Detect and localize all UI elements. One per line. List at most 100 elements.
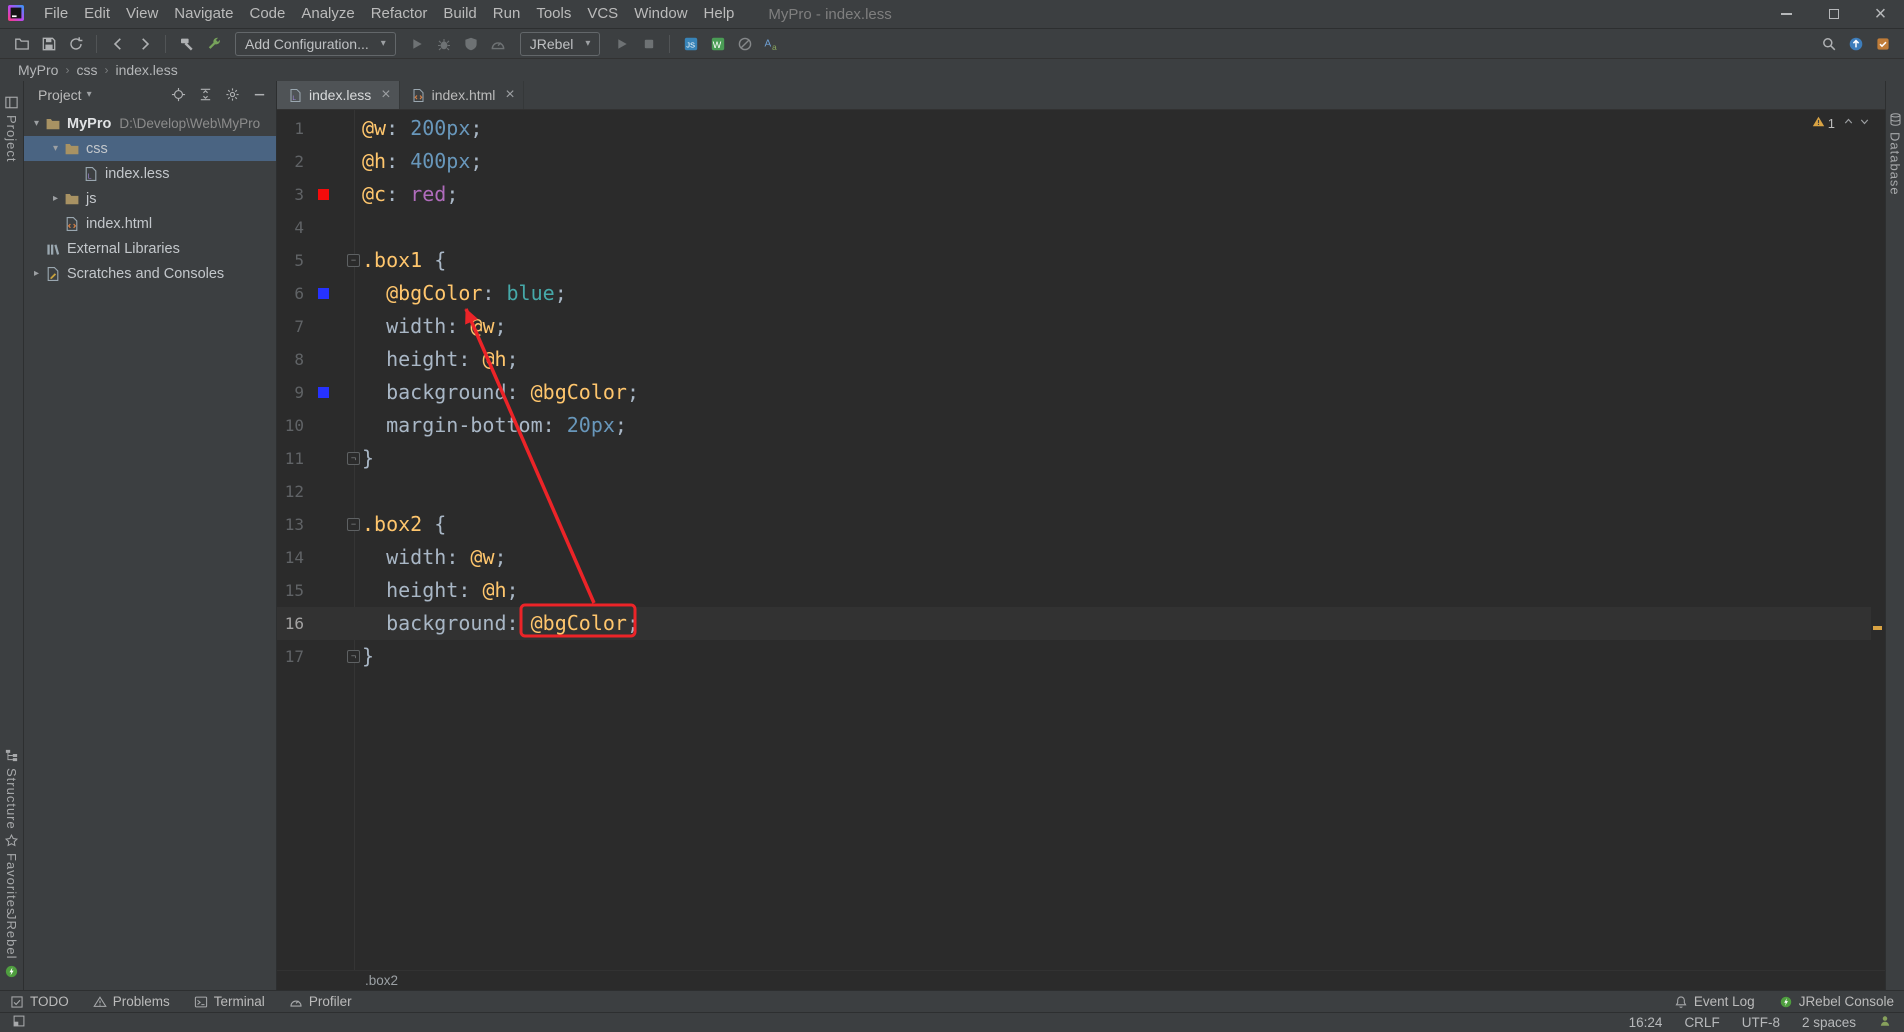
run-configuration-combo[interactable]: Add Configuration... ▾ (235, 31, 396, 56)
fold-marker[interactable]: − (347, 254, 360, 267)
menu-view[interactable]: View (118, 5, 166, 22)
close-icon[interactable]: × (505, 87, 514, 103)
caret-position[interactable]: 16:24 (1629, 1015, 1663, 1030)
jrebel-wrench-button[interactable] (200, 32, 227, 56)
code-line-17[interactable]: 17 ¬} (277, 640, 1871, 673)
plugin-update-button[interactable] (1869, 32, 1896, 56)
inspections-widget[interactable]: 1 (1812, 115, 1871, 131)
coverage-button[interactable] (458, 32, 485, 56)
translate-button[interactable]: Aa (758, 32, 785, 56)
tree-item-index.html[interactable]: index.html (24, 211, 276, 236)
color-swatch[interactable] (318, 189, 329, 200)
breadcrumb-css[interactable]: css (76, 62, 97, 78)
tree-item-index.less[interactable]: Lindex.less (24, 161, 276, 186)
run-jrebel-button[interactable] (608, 32, 635, 56)
close-button[interactable] (1857, 0, 1904, 28)
tree-item-mypro[interactable]: ▾ MyPro D:\Develop\Web\MyPro (24, 111, 276, 136)
close-icon[interactable]: × (381, 87, 390, 103)
fold-marker[interactable]: ¬ (347, 650, 360, 663)
fold-marker[interactable]: − (347, 518, 360, 531)
locate-button[interactable] (169, 86, 187, 104)
indent-style[interactable]: 2 spaces (1802, 1015, 1856, 1030)
forward-button[interactable] (131, 32, 158, 56)
tree-item-external-libraries[interactable]: External Libraries (24, 236, 276, 261)
tree-item-scratches-and-consoles[interactable]: ▸ Scratches and Consoles (24, 261, 276, 286)
build-hammer-button[interactable] (173, 32, 200, 56)
menu-vcs[interactable]: VCS (579, 5, 626, 22)
back-button[interactable] (104, 32, 131, 56)
toolbtn-event-log[interactable]: Event Log (1674, 994, 1755, 1009)
menu-help[interactable]: Help (696, 5, 743, 22)
menu-file[interactable]: File (36, 5, 76, 22)
open-button[interactable] (8, 32, 35, 56)
sync-button[interactable] (62, 32, 89, 56)
stripe-jrebel[interactable]: JRebel (0, 913, 23, 979)
minimize-button[interactable] (1763, 0, 1810, 28)
stripe-project[interactable]: Project (0, 95, 23, 162)
breadcrumb-index.less[interactable]: index.less (115, 62, 177, 78)
code-line-12[interactable]: 12 (277, 475, 1871, 508)
code-line-15[interactable]: 15 height: @h; (277, 574, 1871, 607)
next-problem-button[interactable] (1858, 115, 1871, 131)
menu-build[interactable]: Build (435, 5, 484, 22)
ide-update-button[interactable] (1842, 32, 1869, 56)
code-line-1[interactable]: 1 @w: 200px; (277, 112, 1871, 145)
menu-code[interactable]: Code (241, 5, 293, 22)
code-line-2[interactable]: 2 @h: 400px; (277, 145, 1871, 178)
jrebel-combo[interactable]: JRebel ▾ (519, 31, 601, 56)
code-line-4[interactable]: 4 (277, 211, 1871, 244)
code-line-13[interactable]: 13 − .box2 { (277, 508, 1871, 541)
menu-analyze[interactable]: Analyze (293, 5, 362, 22)
menu-run[interactable]: Run (485, 5, 529, 22)
menu-edit[interactable]: Edit (76, 5, 118, 22)
color-swatch[interactable] (318, 288, 329, 299)
search-everywhere-button[interactable] (1815, 32, 1842, 56)
tree-item-css[interactable]: ▾ css (24, 136, 276, 161)
code-line-5[interactable]: 5 − .box1 { (277, 244, 1871, 277)
highlighting-level-button[interactable] (1878, 1014, 1892, 1031)
menu-tools[interactable]: Tools (528, 5, 579, 22)
debug-button[interactable] (431, 32, 458, 56)
breadcrumb-mypro[interactable]: MyPro (18, 62, 58, 78)
chevron-down-icon[interactable]: ▾ (47, 143, 64, 154)
tab-index.html[interactable]: index.html × (400, 81, 524, 109)
code-line-9[interactable]: 9 background: @bgColor; (277, 376, 1871, 409)
chevron-down-icon[interactable]: ▾ (28, 118, 45, 129)
chevron-right-icon[interactable]: ▸ (28, 268, 45, 279)
maximize-button[interactable] (1810, 0, 1857, 28)
code-line-14[interactable]: 14 width: @w; (277, 541, 1871, 574)
project-panel-title[interactable]: Project (38, 87, 82, 103)
code-line-11[interactable]: 11 ¬} (277, 442, 1871, 475)
tree-item-js[interactable]: ▸ js (24, 186, 276, 211)
settings-button[interactable] (223, 86, 241, 104)
run-button[interactable] (404, 32, 431, 56)
fold-marker[interactable]: ¬ (347, 452, 360, 465)
stripe-database[interactable]: Database (1886, 112, 1904, 196)
toolwindow-toggle-button[interactable] (12, 1014, 26, 1031)
chevron-right-icon[interactable]: ▸ (47, 193, 64, 204)
toolbtn-jrebel-console[interactable]: JRebel Console (1779, 994, 1894, 1009)
save-button[interactable] (35, 32, 62, 56)
code-line-16[interactable]: 16 background: @bgColor; (277, 607, 1871, 640)
editor[interactable]: 1 @w: 200px; 2 @h: 400px; 3 @c: red; 4 5− .box1 … (277, 110, 1885, 970)
tab-index.less[interactable]: Lindex.less × (277, 81, 400, 109)
toolbtn-terminal[interactable]: Terminal (194, 994, 265, 1009)
collapse-all-button[interactable] (196, 86, 214, 104)
w3c-validate-button[interactable]: W (704, 32, 731, 56)
menu-window[interactable]: Window (626, 5, 695, 22)
toolbtn-profiler[interactable]: Profiler (289, 994, 352, 1009)
stop-button[interactable] (635, 32, 662, 56)
prev-problem-button[interactable] (1842, 115, 1855, 131)
chevron-down-icon[interactable] (87, 89, 92, 100)
no-entry-button[interactable] (731, 32, 758, 56)
code-line-10[interactable]: 10 margin-bottom: 20px; (277, 409, 1871, 442)
toolbtn-todo[interactable]: TODO (10, 994, 69, 1009)
line-separator[interactable]: CRLF (1684, 1015, 1719, 1030)
code-line-3[interactable]: 3 @c: red; (277, 178, 1871, 211)
js-debug-button[interactable]: JS (677, 32, 704, 56)
menu-navigate[interactable]: Navigate (166, 5, 241, 22)
menu-refactor[interactable]: Refactor (363, 5, 436, 22)
code-line-6[interactable]: 6 @bgColor: blue; (277, 277, 1871, 310)
code-line-8[interactable]: 8 height: @h; (277, 343, 1871, 376)
error-stripe-mark[interactable] (1873, 626, 1882, 630)
